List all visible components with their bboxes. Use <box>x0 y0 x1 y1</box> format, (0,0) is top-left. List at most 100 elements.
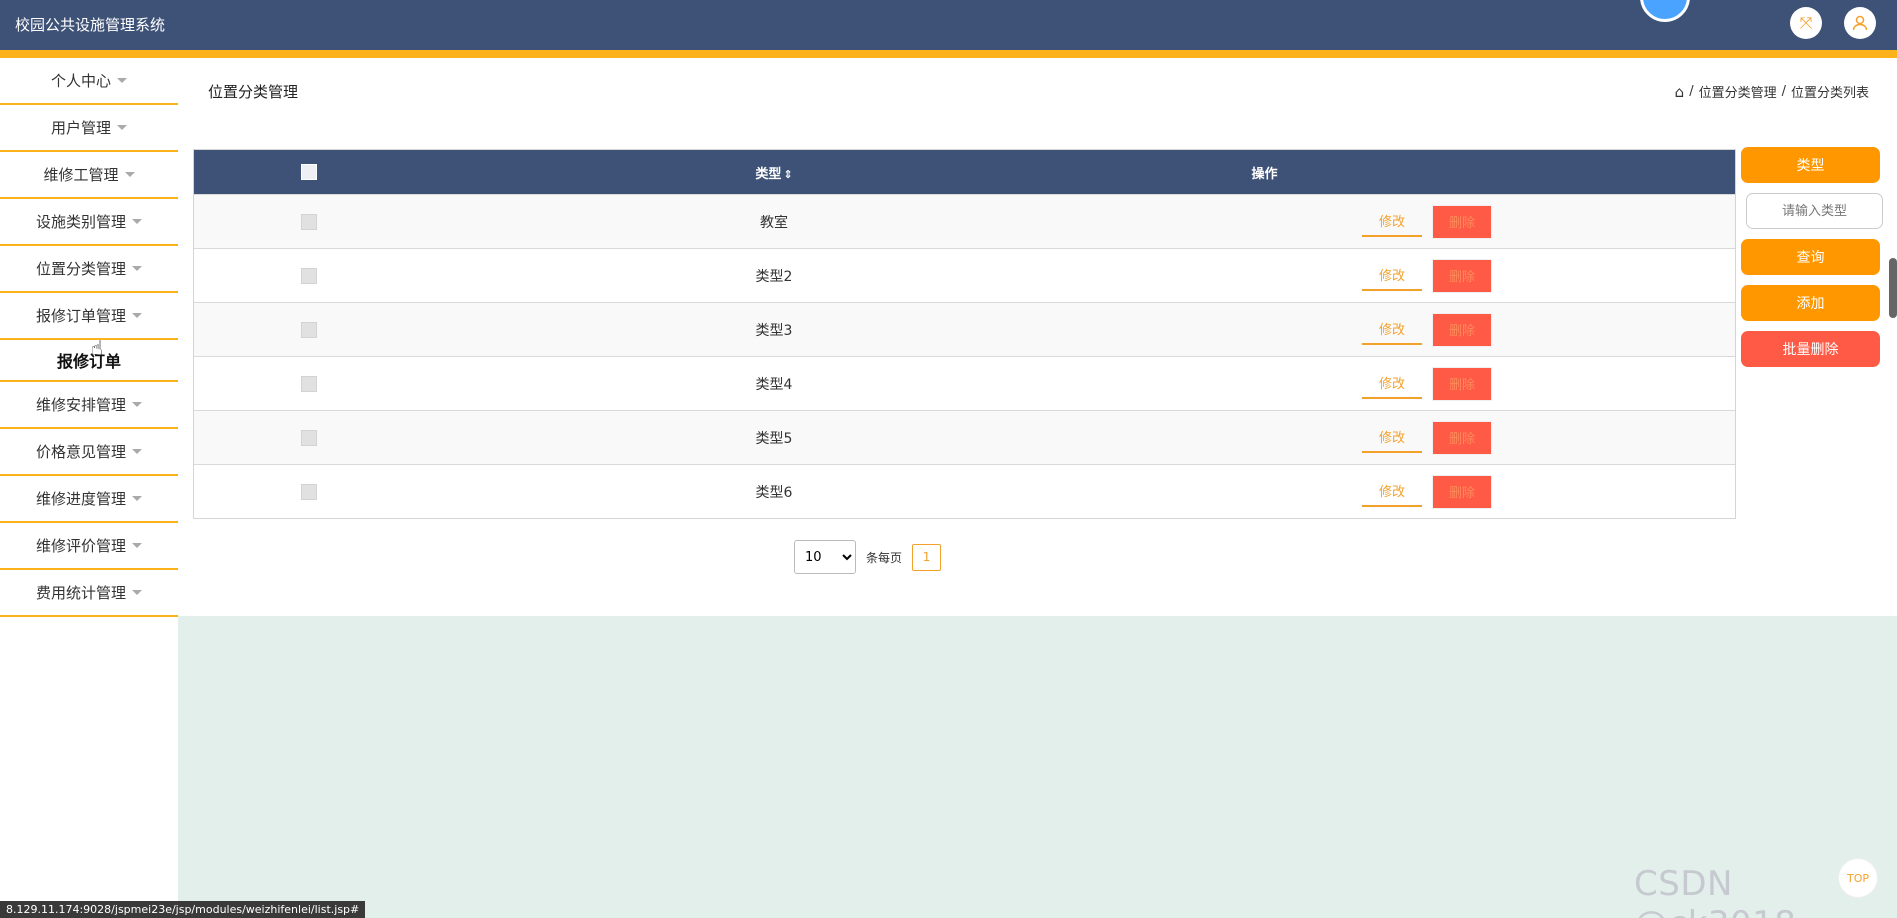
scrollbar-thumb[interactable] <box>1889 258 1897 318</box>
edit-button[interactable]: 修改 <box>1362 423 1422 453</box>
edit-button[interactable]: 修改 <box>1362 261 1422 291</box>
header-accent-bar <box>0 50 1897 58</box>
header-check-cell <box>194 164 424 180</box>
caret-down-icon <box>132 219 142 224</box>
edit-button[interactable]: 修改 <box>1362 477 1422 507</box>
sidebar-item-label: 用户管理 <box>50 119 111 137</box>
caret-down-icon <box>132 313 142 318</box>
ops-cell: 修改 删除 <box>1124 312 1735 347</box>
sidebar-item-label: 设施类别管理 <box>35 213 126 231</box>
row-checkbox[interactable] <box>301 483 317 500</box>
top-header <box>0 0 1897 50</box>
caret-down-icon <box>117 125 127 130</box>
sidebar-item-label: 个人中心 <box>50 72 111 90</box>
edit-button[interactable]: 修改 <box>1362 315 1422 345</box>
ops-cell: 修改 删除 <box>1124 258 1735 293</box>
app-title: 校园公共设施管理系统 <box>15 16 166 34</box>
pagination: 10 条每页 1 <box>794 540 942 574</box>
type-filter-button[interactable]: 类型 <box>1741 147 1880 183</box>
delete-button[interactable]: 删除 <box>1432 312 1492 347</box>
home-icon[interactable]: ⌂ <box>1675 83 1685 101</box>
ops-cell: 修改 删除 <box>1124 366 1735 401</box>
user-glyph <box>1852 15 1868 31</box>
type-cell: 类型6 <box>755 484 793 501</box>
table-row: 类型2 修改 删除 <box>194 248 1735 302</box>
batch-delete-button[interactable]: 批量删除 <box>1741 331 1880 367</box>
sidebar-item-price-feedback[interactable]: 价格意见管理 <box>0 429 178 476</box>
ops-cell: 修改 删除 <box>1124 474 1735 509</box>
row-checkbox[interactable] <box>301 321 317 338</box>
row-check-cell <box>194 375 424 392</box>
sidebar-item-repair-orders[interactable]: 报修订单管理 <box>0 293 178 340</box>
page-title: 位置分类管理 <box>208 83 299 101</box>
caret-down-icon <box>132 590 142 595</box>
row-checkbox[interactable] <box>301 375 317 392</box>
ops-cell: 修改 删除 <box>1124 420 1735 455</box>
caret-down-icon <box>132 266 142 271</box>
sidebar-item-repair-schedule[interactable]: 维修安排管理 <box>0 382 178 429</box>
row-check-cell <box>194 429 424 446</box>
column-header-label: 类型 <box>755 166 782 182</box>
delete-button[interactable]: 删除 <box>1432 258 1492 293</box>
column-header-type[interactable]: 类型 ⇕ <box>424 163 1124 182</box>
row-check-cell <box>194 483 424 500</box>
type-cell: 类型5 <box>755 430 793 447</box>
row-check-cell <box>194 321 424 338</box>
select-all-checkbox[interactable] <box>301 164 317 180</box>
caret-down-icon <box>132 402 142 407</box>
user-icon[interactable] <box>1844 7 1876 39</box>
row-checkbox[interactable] <box>301 267 317 284</box>
sidebar-item-repair-review[interactable]: 维修评价管理 <box>0 523 178 570</box>
table-row: 类型3 修改 删除 <box>194 302 1735 356</box>
sidebar-item-repairman-management[interactable]: 维修工管理 <box>0 152 178 199</box>
table-row: 类型4 修改 删除 <box>194 356 1735 410</box>
data-table: 类型 ⇕ 操作 教室 修改 删除 类型2 修改 删除 类型3 修改 删除 类型4 … <box>193 149 1736 519</box>
table-row: 教室 修改 删除 <box>194 194 1735 248</box>
type-search-input[interactable] <box>1746 193 1883 229</box>
add-button[interactable]: 添加 <box>1741 285 1880 321</box>
row-checkbox[interactable] <box>301 213 317 230</box>
sidebar-item-label: 维修评价管理 <box>35 537 126 555</box>
breadcrumb-item[interactable]: 位置分类管理 <box>1699 82 1777 101</box>
query-button[interactable]: 查询 <box>1741 239 1880 275</box>
table-row: 类型5 修改 删除 <box>194 410 1735 464</box>
sidebar-item-facility-category[interactable]: 设施类别管理 <box>0 199 178 246</box>
column-header-ops: 操作 <box>1251 166 1278 182</box>
page-size-select[interactable]: 10 <box>794 540 856 574</box>
breadcrumb-item: 位置分类列表 <box>1790 86 1869 101</box>
breadcrumb: ⌂ / 位置分类管理 / 位置分类列表 <box>1675 82 1869 102</box>
watermark: CSDN @ck3018 <box>1634 864 1796 918</box>
hand-cursor-icon: ☝ <box>91 336 104 360</box>
sidebar-item-label: 维修工管理 <box>43 166 119 184</box>
sidebar-item-user-management[interactable]: 用户管理 <box>0 105 178 152</box>
type-cell: 教室 <box>760 214 788 231</box>
table-row: 类型6 修改 删除 <box>194 464 1735 518</box>
expand-icon[interactable]: ⤧ <box>1790 7 1822 39</box>
caret-down-icon <box>132 543 142 548</box>
type-cell: 类型2 <box>755 268 793 285</box>
sidebar-item-repair-progress[interactable]: 维修进度管理 <box>0 476 178 523</box>
sidebar-item-label: 报修订单管理 <box>35 307 126 325</box>
sidebar-item-label: 位置分类管理 <box>35 260 126 278</box>
delete-button[interactable]: 删除 <box>1432 420 1492 455</box>
delete-button[interactable]: 删除 <box>1432 474 1492 509</box>
page-number-button[interactable]: 1 <box>912 543 942 571</box>
status-bar-url: 8.129.11.174:9028/jspmei23e/jsp/modules/… <box>0 901 366 918</box>
delete-button[interactable]: 删除 <box>1432 366 1492 401</box>
sidebar-item-personal-center[interactable]: 个人中心 <box>0 58 178 105</box>
row-check-cell <box>194 213 424 230</box>
sidebar-item-location-category[interactable]: 位置分类管理 <box>0 246 178 293</box>
caret-down-icon <box>132 449 142 454</box>
row-checkbox[interactable] <box>301 429 317 446</box>
sort-icon[interactable]: ⇕ <box>783 168 792 181</box>
sidebar-item-fee-statistics[interactable]: 费用统计管理 <box>0 570 178 617</box>
edit-button[interactable]: 修改 <box>1362 207 1422 237</box>
sidebar: 个人中心 用户管理 维修工管理 设施类别管理 位置分类管理 报修订单管理 报修订… <box>0 58 178 918</box>
row-check-cell <box>194 267 424 284</box>
per-page-label: 条每页 <box>866 550 903 565</box>
caret-down-icon <box>124 172 135 177</box>
edit-button[interactable]: 修改 <box>1362 369 1422 399</box>
delete-button[interactable]: 删除 <box>1432 204 1492 239</box>
sidebar-subitem-repair-order[interactable]: 报修订单 <box>0 340 178 382</box>
caret-down-icon <box>117 78 127 83</box>
